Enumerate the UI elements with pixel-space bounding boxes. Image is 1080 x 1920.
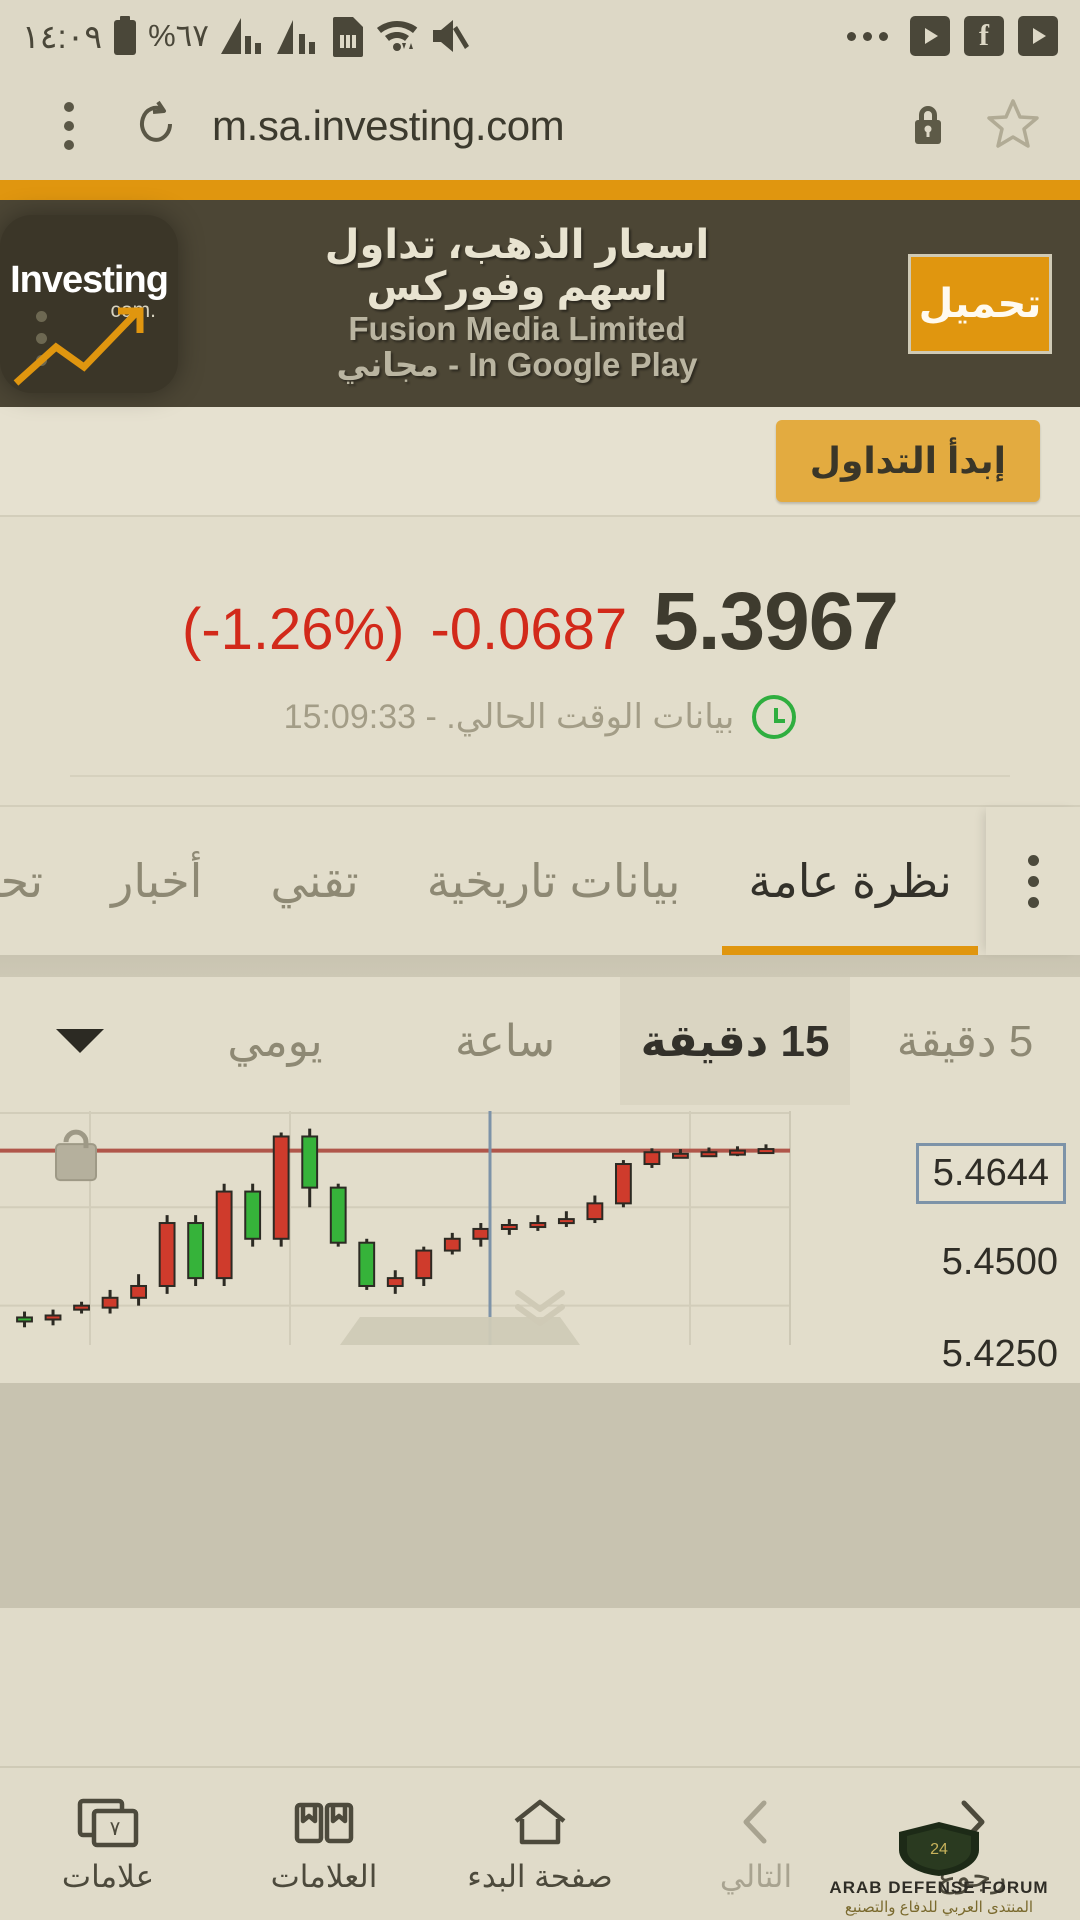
- quote-timestamp: بيانات الوقت الحالي. - 15:09:33: [283, 698, 735, 736]
- price-change: -0.0687: [430, 597, 628, 662]
- timeframe-selector: 5 دقيقة 15 دقيقة ساعة يومي: [0, 977, 1080, 1105]
- ad-top-rule: [0, 180, 1080, 200]
- tabs-icon: ٧: [74, 1793, 142, 1849]
- lock-icon[interactable]: [908, 100, 948, 153]
- ad-title: اسعار الذهب، تداول اسهم وفوركس: [324, 223, 710, 310]
- facebook-icon: f: [964, 16, 1004, 56]
- nav-bookmarks[interactable]: العلامات: [216, 1793, 432, 1895]
- battery-icon: [112, 16, 138, 56]
- signal-bars-icon: [219, 16, 265, 56]
- signal-bars-2-icon: [275, 16, 321, 56]
- investing-logo-icon: Investing .com: [0, 214, 178, 393]
- nav-bookmarks-label: العلامات: [270, 1859, 378, 1894]
- nav-home-label: صفحة البدء: [467, 1859, 613, 1894]
- quote-timestamp-row: بيانات الوقت الحالي. - 15:09:33: [0, 695, 1080, 739]
- tab-overview[interactable]: نظرة عامة: [714, 807, 986, 955]
- price-chart[interactable]: 5.4644 5.4500 5.4250: [0, 1105, 1080, 1383]
- timeframe-5min[interactable]: 5 دقيقة: [850, 977, 1080, 1105]
- last-price: 5.3967: [653, 576, 899, 667]
- download-button[interactable]: تحميل: [908, 253, 1052, 354]
- cta-row: إبدأ التداول: [0, 407, 1080, 515]
- nav-home[interactable]: صفحة البدء: [432, 1793, 648, 1895]
- ad-subtitle-2: In Google Play - مجاني: [336, 346, 698, 383]
- ad-subtitle: Fusion Media Limited: [348, 310, 686, 348]
- wifi-icon: [375, 15, 419, 57]
- axis-tick-1: 5.4500: [941, 1241, 1058, 1283]
- start-trading-button[interactable]: إبدأ التداول: [775, 420, 1040, 502]
- url-text[interactable]: m.sa.investing.com: [212, 102, 565, 150]
- ad-copy: اسعار الذهب، تداول اسهم وفوركس Fusion Me…: [262, 224, 752, 382]
- tab-technical[interactable]: تقني: [236, 807, 392, 955]
- youtube-icon: [910, 16, 950, 56]
- tab-analysis[interactable]: تحا: [0, 807, 77, 955]
- battery-percent: %٦٧: [148, 18, 209, 53]
- status-clock: ١٤:٠٩: [22, 17, 103, 55]
- chart-toolbar-shadow: [0, 955, 1080, 977]
- tab-news[interactable]: أخبار: [77, 807, 236, 955]
- status-bar-left: ١٤:٠٩ %٦٧: [22, 15, 471, 57]
- mute-icon: [429, 16, 471, 56]
- timeframe-hourly[interactable]: ساعة: [390, 977, 620, 1105]
- tabs-scroller[interactable]: نظرة عامة بيانات تاريخية تقني أخبار تحا: [0, 807, 986, 955]
- status-bar-right: f: [847, 16, 1058, 56]
- nav-forward-label: التالي: [719, 1859, 793, 1894]
- divider-2: [70, 775, 1010, 777]
- timeframe-15min[interactable]: 15 دقيقة: [620, 977, 850, 1105]
- browser-bottom-nav: رجوع التالي صفحة البدء العلامات ٧ علامات…: [0, 1766, 1080, 1920]
- nav-back-label: رجوع: [937, 1859, 1007, 1894]
- star-icon[interactable]: [986, 97, 1040, 156]
- chevron-left-icon: [733, 1793, 779, 1849]
- content-placeholder: [0, 1383, 1080, 1608]
- browser-toolbar-right: [908, 97, 1040, 156]
- section-tabs: نظرة عامة بيانات تاريخية تقني أخبار تحا: [0, 805, 1080, 955]
- sim-card-icon: [331, 15, 365, 57]
- nav-tabs-label: علامات: [61, 1859, 155, 1894]
- tab-count: ٧: [110, 1818, 121, 1840]
- nav-forward[interactable]: التالي: [648, 1793, 864, 1895]
- axis-tick-2: 5.4250: [941, 1333, 1058, 1375]
- tab-historical-data[interactable]: بيانات تاريخية: [393, 807, 715, 955]
- price-change-percent: (-1.26%): [182, 597, 405, 662]
- clock-icon: [752, 695, 797, 739]
- kebab-menu-icon[interactable]: [50, 92, 88, 160]
- browser-toolbar: m.sa.investing.com: [0, 72, 1080, 180]
- overflow-dots-icon: [847, 31, 888, 41]
- tabs-overflow-button[interactable]: [986, 807, 1080, 955]
- app-install-banner[interactable]: ✕ تحميل اسعار الذهب، تداول اسهم وفوركس F…: [0, 200, 1080, 407]
- price-row: 5.3967 -0.0687 (-1.26%): [0, 575, 1080, 669]
- home-icon: [510, 1793, 570, 1849]
- reload-icon[interactable]: [130, 98, 182, 155]
- nav-tabs[interactable]: ٧ علامات: [0, 1793, 216, 1895]
- chevron-double-down-icon[interactable]: [508, 1285, 572, 1327]
- last-price-badge: 5.4644: [915, 1143, 1066, 1204]
- timeframe-daily[interactable]: يومي: [160, 977, 390, 1105]
- quote-summary: 5.3967 -0.0687 (-1.26%) بيانات الوقت الح…: [0, 517, 1080, 805]
- status-bar: ١٤:٠٩ %٦٧ f: [0, 0, 1080, 72]
- chevron-right-icon: [949, 1793, 995, 1849]
- chevron-down-icon[interactable]: [0, 977, 160, 1105]
- watermark-line-2: المنتدى العربي للدفاع والتصنيع: [844, 1899, 1034, 1916]
- youtube-icon-2: [1018, 16, 1058, 56]
- bookmarks-icon: [292, 1793, 356, 1849]
- nav-back[interactable]: رجوع: [864, 1793, 1080, 1895]
